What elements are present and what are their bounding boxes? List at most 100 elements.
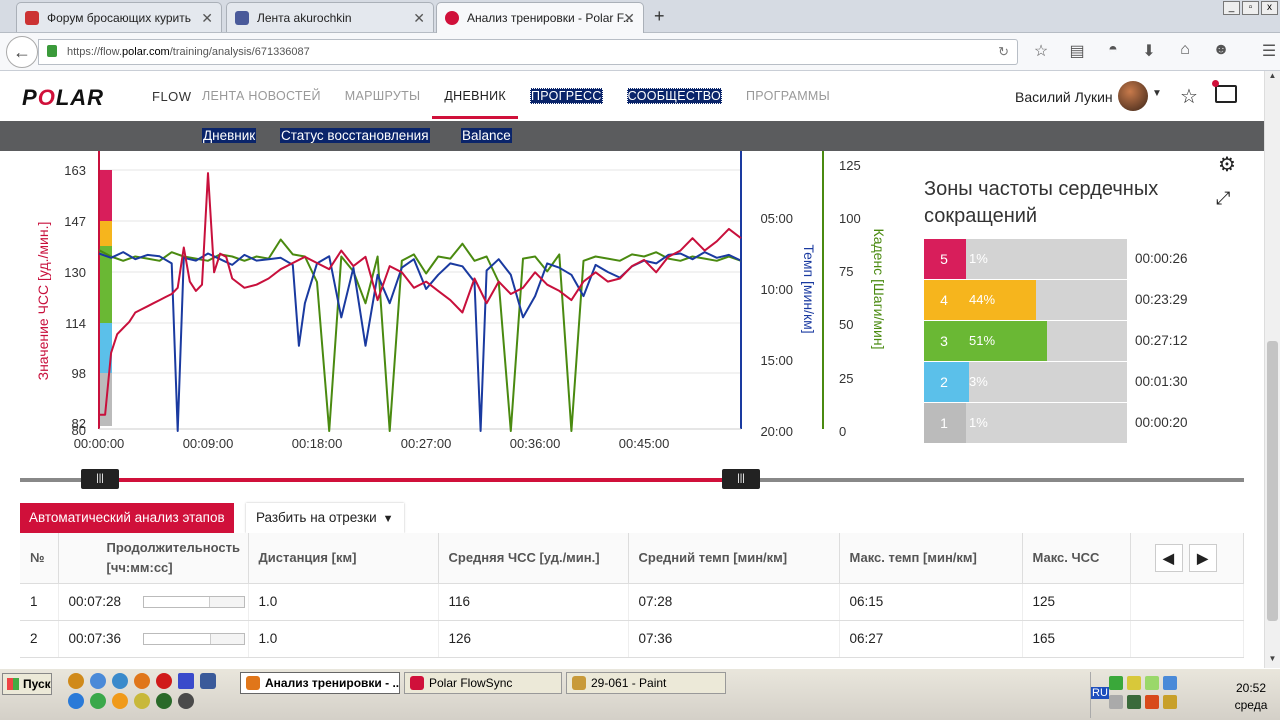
zone-percent: 1% bbox=[969, 415, 988, 430]
user-name[interactable]: Василий Лукин bbox=[1015, 89, 1113, 105]
x-tick-label: 00:09:00 bbox=[183, 436, 234, 451]
close-tab-icon[interactable]: ✕ bbox=[201, 10, 213, 27]
chat-icon[interactable]: ☻ bbox=[1210, 41, 1232, 61]
tray-icon[interactable] bbox=[1127, 676, 1141, 690]
gear-icon[interactable]: ⚙ bbox=[1218, 152, 1236, 177]
opera-icon[interactable] bbox=[156, 673, 172, 689]
menu-icon[interactable]: ☰ bbox=[1258, 41, 1280, 61]
pace-axis-title: Темп [мин/км] bbox=[801, 244, 817, 333]
avatar[interactable] bbox=[1118, 81, 1148, 111]
chrome-icon[interactable] bbox=[90, 673, 106, 689]
odnoklassniki-icon[interactable] bbox=[112, 693, 128, 709]
subnav-balance[interactable]: Balance bbox=[461, 128, 512, 143]
vk-icon[interactable] bbox=[200, 673, 216, 689]
nav-routes[interactable]: МАРШРУТЫ bbox=[345, 89, 421, 121]
clock[interactable]: 20:52 среда bbox=[1221, 680, 1280, 714]
nav-label: МАРШРУТЫ bbox=[344, 89, 421, 103]
col-nav: ◀ ▶ bbox=[1130, 533, 1244, 584]
nav-diary[interactable]: ДНЕВНИК bbox=[432, 89, 518, 121]
download-icon[interactable]: ⬇ bbox=[1138, 41, 1160, 61]
nav-progress[interactable]: ПРОГРЕСС bbox=[529, 88, 603, 121]
main-nav: ЛЕНТА НОВОСТЕЙ МАРШРУТЫ ДНЕВНИК ПРОГРЕСС СОО… bbox=[202, 88, 854, 121]
flowsync-icon bbox=[410, 676, 424, 690]
app-icon[interactable] bbox=[134, 693, 150, 709]
app-icon[interactable] bbox=[68, 673, 84, 689]
tray-icon[interactable] bbox=[1145, 695, 1159, 709]
star-icon[interactable]: ☆ bbox=[1180, 84, 1198, 109]
ie-icon[interactable] bbox=[68, 693, 84, 709]
browser-tab-3[interactable]: Анализ тренировки - Polar F... ✕ bbox=[436, 2, 644, 33]
reader-list-icon[interactable]: ▤ bbox=[1066, 41, 1088, 61]
scroll-thumb[interactable] bbox=[1267, 341, 1278, 621]
subnav-recovery-status[interactable]: Статус восстановления bbox=[280, 128, 430, 143]
browser-tab-1[interactable]: Форум бросающих курить ✕ bbox=[16, 2, 222, 32]
tray-icon[interactable] bbox=[1145, 676, 1159, 690]
table-row[interactable]: 1 00:07:28 1.0 116 07:28 06:15 125 bbox=[20, 583, 1244, 621]
reload-icon[interactable]: ↻ bbox=[998, 40, 1009, 64]
bookmark-star-icon[interactable]: ☆ bbox=[1030, 41, 1052, 61]
scroll-down-icon[interactable]: ▼ bbox=[1265, 654, 1280, 668]
tray-icon[interactable] bbox=[1109, 676, 1123, 690]
table-row[interactable]: 2 00:07:36 1.0 126 07:36 06:27 165 bbox=[20, 620, 1244, 658]
zone-fill-bar bbox=[964, 239, 966, 279]
zone-percent: 51% bbox=[969, 333, 996, 348]
cell-duration: 00:07:28 bbox=[58, 583, 249, 621]
col-max-pace: Макс. темп [мин/км] bbox=[839, 533, 1023, 584]
language-indicator[interactable]: RU bbox=[1091, 687, 1109, 699]
windows-taskbar: Пуск Анализ тренировки - ... Polar FlowS… bbox=[0, 668, 1280, 720]
arrow-left-icon[interactable]: ◀ bbox=[1154, 543, 1183, 572]
media-player-icon[interactable] bbox=[156, 693, 172, 709]
tray-icon[interactable] bbox=[1109, 695, 1123, 709]
scroll-up-icon[interactable]: ▲ bbox=[1265, 71, 1280, 85]
auto-lap-analysis-tab[interactable]: Автоматический анализ этапов bbox=[20, 503, 234, 533]
start-button[interactable]: Пуск bbox=[2, 673, 52, 695]
nav-label: СООБЩЕСТВО bbox=[626, 88, 723, 104]
polar-logo[interactable]: POLAR bbox=[22, 85, 104, 111]
range-handle-left[interactable]: ||| bbox=[81, 469, 119, 489]
training-chart[interactable]: 16314713011498828005:0010:0015:0020:0012… bbox=[0, 151, 910, 471]
minimize-icon[interactable]: _ bbox=[1223, 1, 1240, 15]
pace-tick-label: 10:00 bbox=[760, 282, 793, 297]
range-handle-right[interactable]: ||| bbox=[722, 469, 760, 489]
chevron-down-icon[interactable]: ▼ bbox=[1152, 88, 1162, 99]
arrow-right-icon[interactable]: ▶ bbox=[1188, 543, 1217, 572]
notifications-icon[interactable] bbox=[1212, 80, 1237, 103]
close-window-icon[interactable]: x bbox=[1261, 1, 1278, 15]
tray-icon[interactable] bbox=[1127, 695, 1141, 709]
address-bar[interactable]: https://flow.polar.com/training/analysis… bbox=[38, 39, 1018, 65]
volume-icon[interactable] bbox=[1163, 695, 1177, 709]
browser-tab-2[interactable]: Лента akurochkin ✕ bbox=[226, 2, 434, 32]
save-icon[interactable] bbox=[178, 673, 194, 689]
app-icon[interactable] bbox=[178, 693, 194, 709]
cell-max-hr: 125 bbox=[1022, 583, 1131, 621]
subnav-diary[interactable]: Дневник bbox=[189, 128, 269, 154]
nav-community[interactable]: СООБЩЕСТВО bbox=[626, 88, 723, 121]
tab-title: Лента akurochkin bbox=[257, 10, 352, 25]
new-tab-icon[interactable]: + bbox=[654, 6, 665, 27]
firefox-icon[interactable] bbox=[134, 673, 150, 689]
zone-row-4: 4 44% 00:23:29 bbox=[924, 280, 1188, 320]
taskbar-window-flowsync[interactable]: Polar FlowSync bbox=[404, 672, 562, 694]
nav-feed[interactable]: ЛЕНТА НОВОСТЕЙ bbox=[202, 89, 321, 121]
home-icon[interactable]: ⌂ bbox=[1174, 41, 1196, 61]
split-dropdown[interactable]: Разбить на отрезки ▼ bbox=[246, 503, 404, 533]
network-icon[interactable] bbox=[1163, 676, 1177, 690]
nav-programs[interactable]: ПРОГРАММЫ bbox=[746, 89, 830, 121]
hr-tick-label: 98 bbox=[72, 366, 86, 381]
taskbar-window-firefox[interactable]: Анализ тренировки - ... bbox=[240, 672, 400, 694]
pocket-icon[interactable]: ◓ bbox=[1102, 41, 1124, 61]
restore-icon[interactable]: ▫ bbox=[1242, 1, 1259, 15]
range-selection bbox=[100, 478, 741, 482]
taskbar-window-paint[interactable]: 29-061 - Paint bbox=[566, 672, 726, 694]
fullscreen-icon[interactable]: ⤢ bbox=[1216, 188, 1230, 209]
app-icon[interactable] bbox=[90, 693, 106, 709]
app-icon[interactable] bbox=[112, 673, 128, 689]
zone-percent: 1% bbox=[969, 251, 988, 266]
page-scrollbar[interactable]: ▲ ▼ bbox=[1264, 71, 1280, 668]
cadence-tick-label: 100 bbox=[839, 211, 861, 226]
hr-tick-label: 130 bbox=[64, 265, 86, 280]
close-tab-icon[interactable]: ✕ bbox=[623, 10, 635, 27]
close-tab-icon[interactable]: ✕ bbox=[413, 10, 425, 27]
col-distance: Дистанция [км] bbox=[248, 533, 439, 584]
back-button[interactable]: ← bbox=[6, 36, 38, 68]
